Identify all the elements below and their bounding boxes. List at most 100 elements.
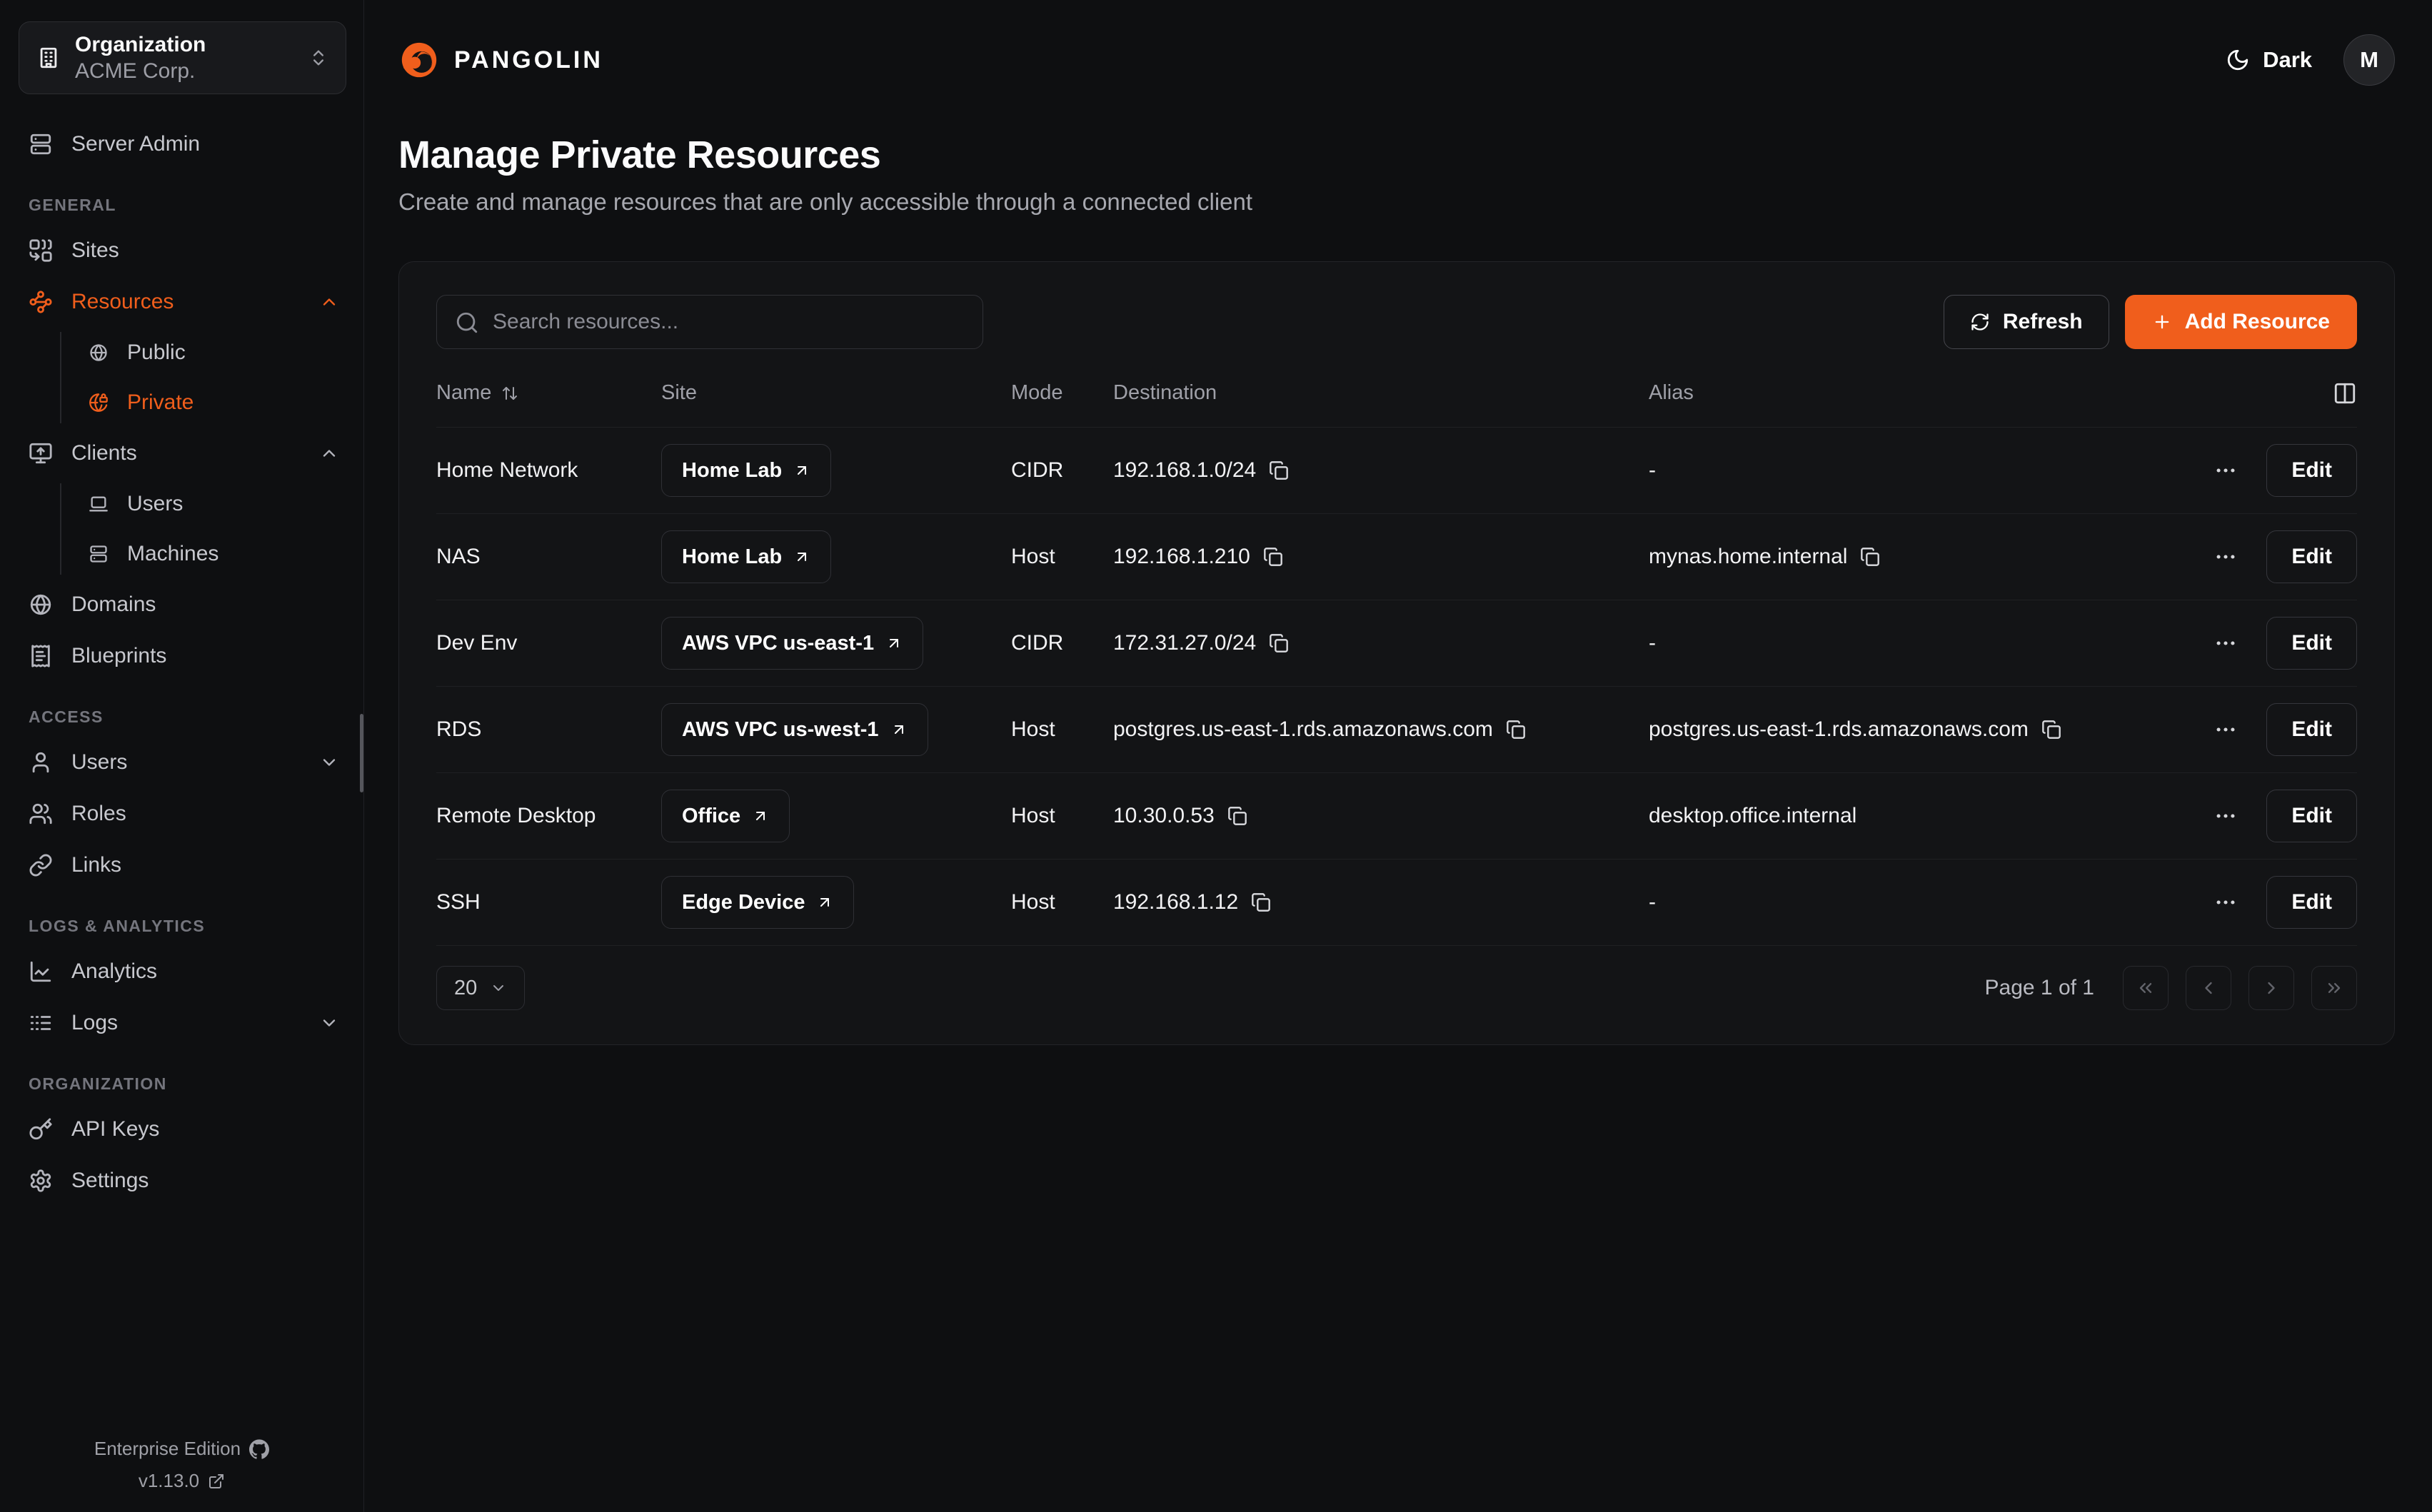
row-menu-button[interactable]: [2214, 631, 2238, 655]
table-row-nas: NAS Home Lab Host 192.168.1.210 mynas.ho…: [436, 514, 2357, 600]
sidebar-item-blueprints[interactable]: Blueprints: [29, 635, 339, 677]
edit-button[interactable]: Edit: [2266, 876, 2357, 929]
site-link-aws-vpc-us-west-1[interactable]: AWS VPC us-west-1: [661, 703, 928, 756]
copy-destination-button[interactable]: [1506, 720, 1526, 740]
refresh-icon: [1970, 312, 1990, 332]
column-header-alias: Alias: [1649, 381, 2143, 405]
pangolin-logo-icon: [398, 39, 440, 81]
sidebar-scrollbar[interactable]: [360, 714, 363, 792]
site-link-home-lab[interactable]: Home Lab: [661, 530, 831, 583]
avatar[interactable]: M: [2343, 34, 2395, 86]
row-menu-button[interactable]: [2214, 717, 2238, 742]
next-page-button[interactable]: [2248, 966, 2294, 1010]
sidebar-item-label: Clients: [71, 441, 137, 465]
top-bar: PANGOLIN Dark M: [398, 31, 2395, 89]
search-input[interactable]: [436, 295, 983, 349]
site-link-aws-vpc-us-east-1[interactable]: AWS VPC us-east-1: [661, 617, 923, 670]
sidebar-item-analytics[interactable]: Analytics: [29, 950, 339, 993]
combine-icon: [29, 238, 53, 263]
table-toolbar: Refresh Add Resource: [436, 295, 2357, 349]
copy-alias-button[interactable]: [1860, 547, 1880, 567]
version-link[interactable]: v1.13.0: [0, 1470, 363, 1492]
last-page-button[interactable]: [2311, 966, 2357, 1010]
cell-alias: -: [1649, 631, 2143, 655]
edit-button[interactable]: Edit: [2266, 703, 2357, 756]
table-row-home-network: Home Network Home Lab CIDR 192.168.1.0/2…: [436, 428, 2357, 514]
edit-button[interactable]: Edit: [2266, 530, 2357, 583]
ellipsis-icon: [2214, 804, 2238, 828]
theme-toggle-button[interactable]: Dark: [2226, 47, 2312, 73]
row-menu-button[interactable]: [2214, 545, 2238, 569]
site-link-home-lab[interactable]: Home Lab: [661, 444, 831, 497]
cell-mode: CIDR: [1011, 458, 1113, 483]
row-menu-button[interactable]: [2214, 804, 2238, 828]
sidebar-item-sites[interactable]: Sites: [29, 229, 339, 272]
copy-destination-button[interactable]: [1269, 633, 1289, 653]
column-visibility-button[interactable]: [2333, 381, 2357, 405]
sidebar-item-api-keys[interactable]: API Keys: [29, 1108, 339, 1151]
sidebar-item-roles[interactable]: Roles: [29, 792, 339, 835]
copy-destination-button[interactable]: [1263, 547, 1283, 567]
globe-lock-icon: [89, 393, 109, 413]
sidebar: Organization ACME Corp. Server Admin GEN…: [0, 0, 364, 1512]
copy-icon: [1506, 720, 1526, 740]
sidebar-item-users[interactable]: Users: [29, 741, 339, 784]
edition-link[interactable]: Enterprise Edition: [0, 1438, 363, 1460]
sidebar-nav: Server Admin GENERAL Sites Resources Pub…: [0, 123, 363, 1428]
server-icon: [29, 132, 53, 156]
sidebar-item-domains[interactable]: Domains: [29, 583, 339, 626]
row-menu-button[interactable]: [2214, 890, 2238, 914]
sidebar-item-settings[interactable]: Settings: [29, 1159, 339, 1202]
sidebar-item-label: Logs: [71, 1011, 118, 1035]
prev-page-button[interactable]: [2186, 966, 2231, 1010]
sidebar-item-links[interactable]: Links: [29, 844, 339, 887]
column-header-name[interactable]: Name: [436, 381, 661, 405]
copy-icon: [1227, 806, 1247, 826]
sidebar-item-users[interactable]: Users: [89, 483, 339, 525]
cell-destination: 172.31.27.0/24: [1113, 631, 1649, 655]
table-row-remote-desktop: Remote Desktop Office Host 10.30.0.53 de…: [436, 773, 2357, 860]
edit-button[interactable]: Edit: [2266, 444, 2357, 497]
site-link-office[interactable]: Office: [661, 790, 790, 842]
cell-alias: mynas.home.internal: [1649, 545, 2143, 569]
sidebar-item-resources[interactable]: Resources: [29, 281, 339, 323]
cell-name: SSH: [436, 890, 661, 914]
copy-destination-button[interactable]: [1227, 806, 1247, 826]
sidebar-item-private[interactable]: Private: [89, 382, 339, 423]
sidebar-item-label: Private: [127, 390, 194, 415]
arrow-up-down-icon: [501, 385, 518, 402]
site-link-edge-device[interactable]: Edge Device: [661, 876, 854, 929]
moon-icon: [2226, 48, 2250, 72]
globe-icon: [89, 343, 109, 363]
sidebar-item-logs[interactable]: Logs: [29, 1002, 339, 1044]
cell-destination: 192.168.1.0/24: [1113, 458, 1649, 483]
row-menu-button[interactable]: [2214, 458, 2238, 483]
sidebar-item-machines[interactable]: Machines: [89, 533, 339, 575]
main-content: PANGOLIN Dark M Manage Private Resources…: [364, 0, 2432, 1512]
refresh-button[interactable]: Refresh: [1944, 295, 2109, 349]
sidebar-item-clients[interactable]: Clients: [29, 432, 339, 475]
sidebar-item-public[interactable]: Public: [89, 332, 339, 373]
edit-button[interactable]: Edit: [2266, 790, 2357, 842]
chevron-up-icon: [319, 443, 339, 463]
copy-destination-button[interactable]: [1251, 892, 1271, 912]
first-page-button[interactable]: [2123, 966, 2169, 1010]
copy-alias-button[interactable]: [2041, 720, 2061, 740]
sidebar-item-label: Links: [71, 853, 121, 877]
sidebar-item-server-admin[interactable]: Server Admin: [29, 123, 339, 166]
copy-destination-button[interactable]: [1269, 460, 1289, 480]
org-selector[interactable]: Organization ACME Corp.: [19, 21, 346, 94]
copy-icon: [1860, 547, 1880, 567]
monitor-up-icon: [29, 441, 53, 465]
arrow-up-right-icon: [793, 548, 810, 565]
copy-icon: [2041, 720, 2061, 740]
brand-link[interactable]: PANGOLIN: [398, 39, 603, 81]
page-size-select[interactable]: 20: [436, 966, 525, 1010]
user-icon: [29, 750, 53, 775]
add-resource-button[interactable]: Add Resource: [2125, 295, 2357, 349]
edit-button[interactable]: Edit: [2266, 617, 2357, 670]
sidebar-item-label: Machines: [127, 542, 218, 566]
ellipsis-icon: [2214, 631, 2238, 655]
cell-destination: 192.168.1.210: [1113, 545, 1649, 569]
version-label: v1.13.0: [139, 1470, 199, 1492]
